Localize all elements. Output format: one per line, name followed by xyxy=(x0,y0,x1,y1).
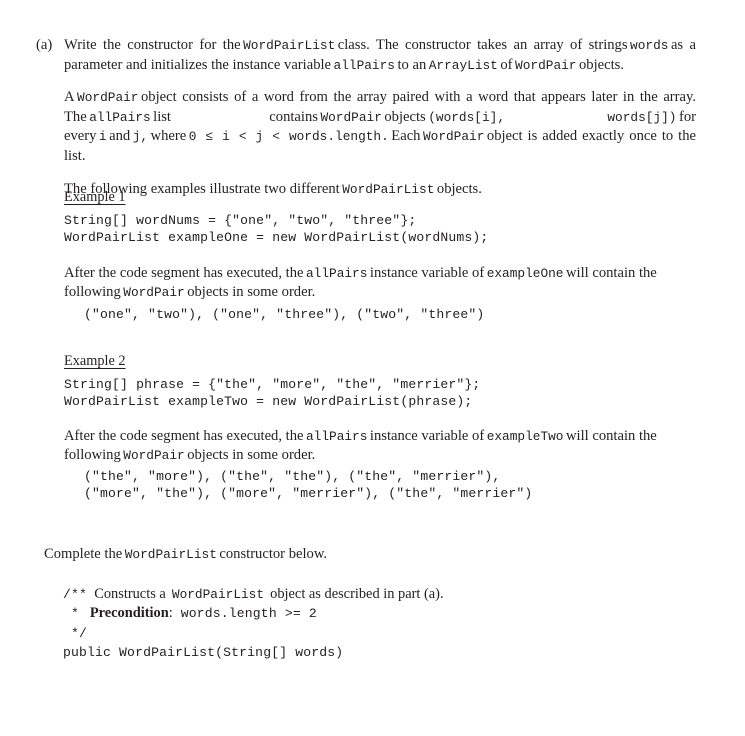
example-1-description-block: After the code segment has executed, the… xyxy=(64,264,704,302)
example-2-description: After the code segment has executed, the… xyxy=(64,427,704,465)
text-segment: Write the constructor for the xyxy=(64,37,241,53)
code-wordpairlist: WordPairList xyxy=(124,547,217,562)
text-segment: A xyxy=(64,89,75,106)
code-wordpair: WordPair xyxy=(422,129,485,145)
code-words-index-pair: (words[i], words[j]) xyxy=(428,109,677,125)
text-segment: instance variable of xyxy=(369,265,485,281)
code-allpairs: allPairs xyxy=(333,57,395,73)
part-a-label: (a) xyxy=(36,37,53,53)
text-segment: object as described in part (a). xyxy=(270,586,444,602)
javadoc-close-token: */ xyxy=(71,625,88,641)
javadoc-close-line: */ xyxy=(63,624,683,643)
example-1-description: After the code segment has executed, the… xyxy=(64,264,704,302)
precondition-colon: : xyxy=(168,605,173,622)
part-a-block: (a) Write the constructor for the WordPai… xyxy=(36,36,696,199)
text-segment: objects in some order. xyxy=(187,447,316,464)
text-segment: list contains xyxy=(153,108,318,125)
example-2-description-block: After the code segment has executed, the… xyxy=(64,427,704,465)
example-1-pairs: ("one", "two"), ("one", "three"), ("two"… xyxy=(84,307,485,322)
example-1-code: String[] wordNums = {"one", "two", "thre… xyxy=(64,213,489,246)
text-segment: and xyxy=(109,128,131,145)
text-segment: objects. xyxy=(578,56,624,73)
complete-instruction: Complete the WordPairList constructor belo… xyxy=(44,545,327,564)
code-wordpair: WordPair xyxy=(515,57,577,73)
code-i: i xyxy=(98,129,107,145)
code-j: j, xyxy=(132,129,149,145)
code-allpairs: allPairs xyxy=(305,429,368,444)
paragraph-wordpair-definition: A WordPair object consists of a word from … xyxy=(64,88,696,166)
code-wordpair: WordPair xyxy=(77,90,139,106)
example-2-code: String[] phrase = {"the", "more", "the",… xyxy=(64,377,481,410)
code-wordpairlist: WordPairList xyxy=(243,38,336,53)
text-segment: instance variable of xyxy=(369,428,485,444)
javadoc-precondition-line: * Precondition: words.length >= 2 xyxy=(63,604,683,623)
part-a-body: Write the constructor for the WordPairLis… xyxy=(64,36,696,199)
code-wordpair: WordPair xyxy=(320,109,382,125)
code-precondition-expression: words.length >= 2 xyxy=(180,606,317,622)
text-segment: Each xyxy=(391,128,421,145)
precondition-label: Precondition xyxy=(89,605,169,622)
example-1-block: Example 1 String[] wordNums = {"one", "t… xyxy=(64,188,704,247)
constructor-declaration: public WordPairList(String[] words) xyxy=(63,644,344,660)
code-index-constraint: 0 ≤ i < j < words.length. xyxy=(188,129,389,145)
text-segment: of xyxy=(500,56,513,73)
example-1-title: Example 1 xyxy=(64,189,126,205)
part-a-row: (a) Write the constructor for the WordPai… xyxy=(36,36,696,199)
text-segment: to an xyxy=(397,56,427,73)
code-wordpair: WordPair xyxy=(123,285,185,301)
javadoc-open-token: /** xyxy=(63,587,88,602)
text-segment: objects xyxy=(384,108,426,125)
code-wordpairlist: WordPairList xyxy=(171,587,265,602)
code-exampleone: exampleOne xyxy=(486,266,564,281)
code-allpairs: allPairs xyxy=(89,109,151,125)
example-2-block: Example 2 String[] phrase = {"the", "mor… xyxy=(64,352,704,411)
text-segment: constructor below. xyxy=(219,546,328,562)
document-page: (a) Write the constructor for the WordPai… xyxy=(0,0,745,736)
javadoc-star: * xyxy=(71,606,80,622)
paragraph-constructor-intro: Write the constructor for the WordPairLis… xyxy=(64,36,696,75)
javadoc-open-line: /** Constructs a WordPairList object as … xyxy=(63,585,683,604)
text-segment: After the code segment has executed, the xyxy=(64,265,304,281)
code-wordpair: WordPair xyxy=(123,448,185,464)
code-exampletwo: exampleTwo xyxy=(486,429,564,444)
text-segment: where xyxy=(150,128,187,145)
text-segment: After the code segment has executed, the xyxy=(64,428,304,444)
example-2-pairs: ("the", "more"), ("the", "the"), ("the",… xyxy=(84,469,533,502)
text-segment: objects in some order. xyxy=(187,284,316,301)
method-signature-block: /** Constructs a WordPairList object as … xyxy=(63,585,683,662)
text-segment: class. The constructor takes an array of… xyxy=(337,37,628,53)
example-1-pairs-block: ("one", "two"), ("one", "three"), ("two"… xyxy=(64,306,704,323)
code-words: words xyxy=(630,38,669,53)
code-arraylist: ArrayList xyxy=(428,57,498,73)
precondition-text: Precondition: xyxy=(79,605,173,621)
example-2-pairs-block: ("the", "more"), ("the", "the"), ("the",… xyxy=(64,468,704,503)
example-2-title: Example 2 xyxy=(64,353,126,369)
javadoc-description: Constructs a WordPairList object as desc… xyxy=(87,586,444,602)
text-segment: Constructs a xyxy=(94,586,166,602)
text-segment: Complete the xyxy=(44,546,123,562)
code-allpairs: allPairs xyxy=(305,266,368,281)
